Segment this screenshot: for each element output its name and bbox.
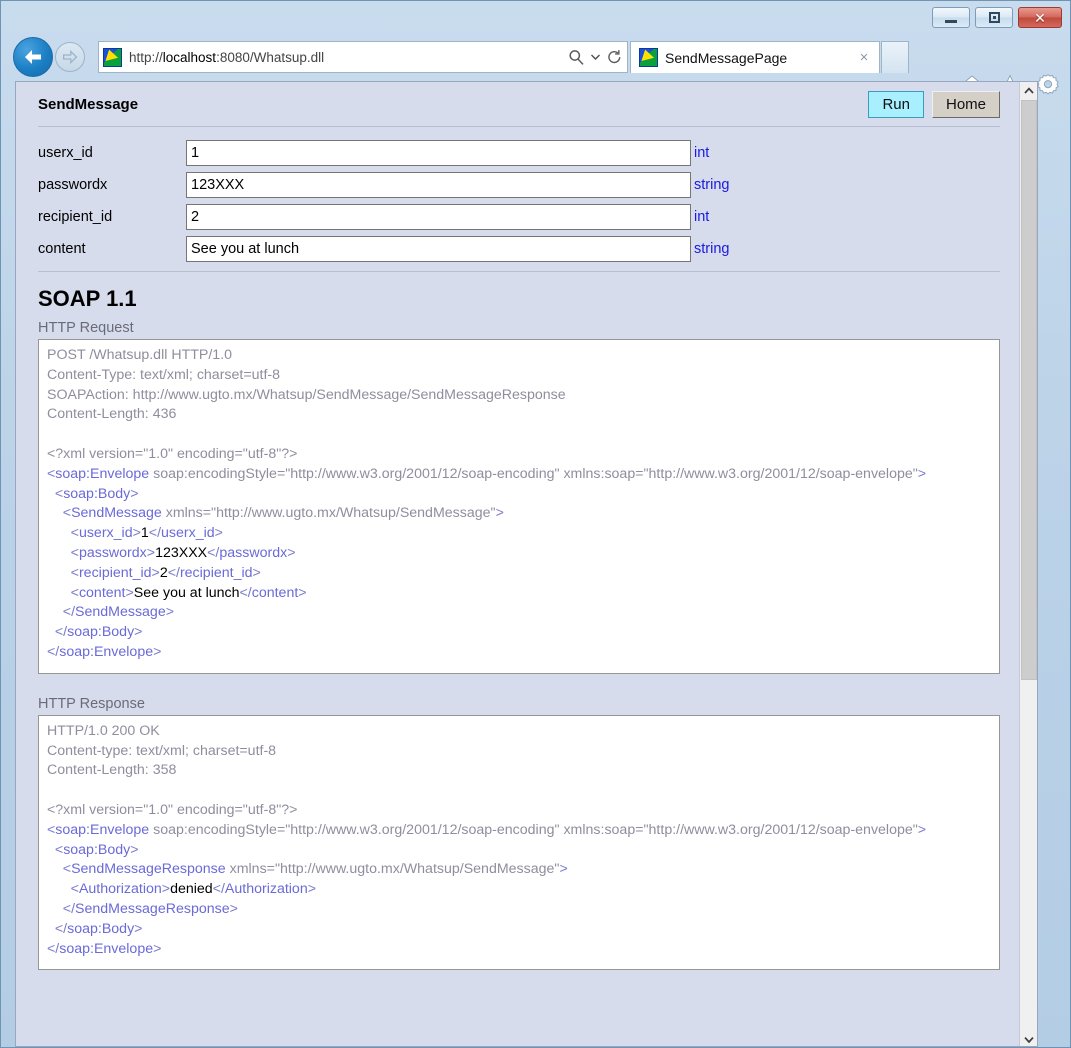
soap-version-heading: SOAP 1.1 xyxy=(38,286,137,311)
param-type-content[interactable]: string xyxy=(694,233,729,265)
parameters-table: userx_id int passwordx string recipient_… xyxy=(38,137,729,265)
settings-button[interactable] xyxy=(1034,71,1062,99)
browser-window: ✕ http://localhost:8080/Whatsup.dll Send… xyxy=(0,0,1071,1048)
param-label-recipient_id: recipient_id xyxy=(38,209,113,225)
refresh-icon xyxy=(607,49,620,63)
search-button[interactable] xyxy=(563,49,589,66)
navigation-bar: http://localhost:8080/Whatsup.dll SendMe… xyxy=(1,33,1070,96)
run-button[interactable]: Run xyxy=(868,90,924,118)
param-type-recipient_id[interactable]: int xyxy=(694,201,729,233)
http-request-label: HTTP Request xyxy=(38,320,134,336)
http-response-code: HTTP/1.0 200 OK Content-type: text/xml; … xyxy=(38,714,1000,971)
restore-button[interactable] xyxy=(975,7,1013,28)
page-viewport: SendMessage Run Home userx_id int passwo… xyxy=(15,81,1038,1047)
operation-header: SendMessage Run Home xyxy=(16,82,1020,126)
search-dropdown-button[interactable] xyxy=(589,54,601,60)
minimize-button[interactable] xyxy=(932,7,970,28)
param-type-passwordx[interactable]: string xyxy=(694,169,729,201)
table-row: recipient_id int xyxy=(38,201,729,233)
param-label-passwordx: passwordx xyxy=(38,177,108,193)
table-row: userx_id int xyxy=(38,137,729,169)
window-controls: ✕ xyxy=(932,7,1062,28)
scrollbar-thumb[interactable] xyxy=(1021,100,1037,680)
input-userx_id[interactable] xyxy=(186,140,691,166)
scroll-up-button[interactable] xyxy=(1020,82,1037,99)
table-row: content string xyxy=(38,233,729,265)
input-recipient_id[interactable] xyxy=(186,204,691,230)
page-title: SendMessage xyxy=(38,95,139,113)
web-page-content: SendMessage Run Home userx_id int passwo… xyxy=(16,82,1020,1046)
new-tab-button[interactable] xyxy=(881,41,909,73)
tab-favicon-icon xyxy=(639,48,658,67)
vertical-scrollbar[interactable] xyxy=(1019,82,1037,1046)
minimize-icon xyxy=(945,19,957,23)
input-content[interactable] xyxy=(186,236,691,262)
address-bar[interactable]: http://localhost:8080/Whatsup.dll xyxy=(98,41,628,73)
http-request-code: POST /Whatsup.dll HTTP/1.0 Content-Type:… xyxy=(38,339,1000,674)
gear-icon xyxy=(1037,73,1059,95)
tab-close-icon[interactable]: × xyxy=(853,50,875,65)
divider-bottom xyxy=(38,271,1000,272)
scroll-down-button[interactable] xyxy=(1020,1031,1037,1046)
forward-button[interactable] xyxy=(55,42,85,72)
chevron-up-icon xyxy=(1024,87,1034,94)
divider-top xyxy=(38,126,1000,127)
close-icon: ✕ xyxy=(1034,9,1046,26)
input-passwordx[interactable] xyxy=(186,172,691,198)
back-arrow-icon xyxy=(25,50,41,64)
chevron-down-icon xyxy=(590,54,600,60)
param-label-content: content xyxy=(38,241,86,257)
title-bar: ✕ xyxy=(1,1,1070,33)
chevron-down-icon xyxy=(1024,1037,1034,1043)
restore-icon xyxy=(988,12,1000,23)
back-button[interactable] xyxy=(13,37,53,77)
refresh-button[interactable] xyxy=(601,49,627,66)
tab-sendmessagepage[interactable]: SendMessagePage × xyxy=(630,41,880,73)
home-button-page[interactable]: Home xyxy=(931,90,1000,118)
param-label-userx_id: userx_id xyxy=(38,145,93,161)
tab-strip: SendMessagePage × xyxy=(630,41,880,73)
tab-title: SendMessagePage xyxy=(665,49,788,66)
site-favicon-icon xyxy=(103,47,122,67)
close-button[interactable]: ✕ xyxy=(1018,7,1062,28)
search-icon xyxy=(568,49,584,65)
url-text: http://localhost:8080/Whatsup.dll xyxy=(129,49,325,65)
table-row: passwordx string xyxy=(38,169,729,201)
http-response-label: HTTP Response xyxy=(38,695,145,712)
forward-arrow-icon xyxy=(62,49,78,65)
param-type-userx_id[interactable]: int xyxy=(694,137,729,169)
